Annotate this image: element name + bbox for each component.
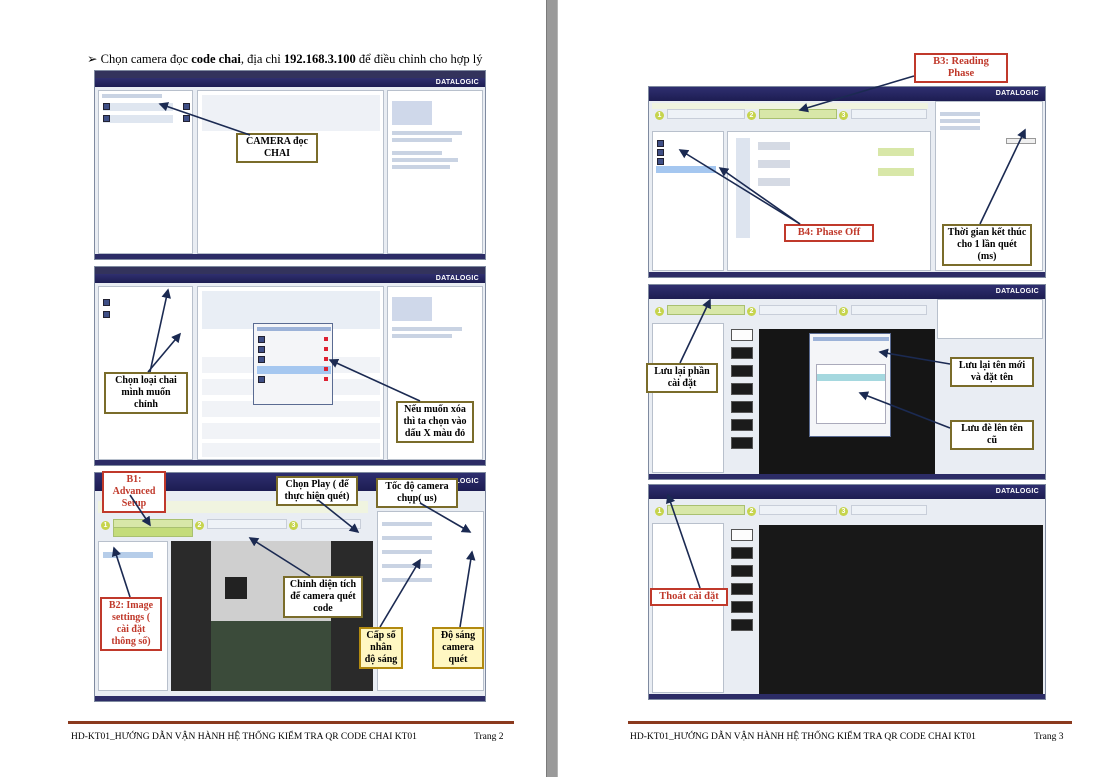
callout-speed: Tốc độ camera chụp( us) — [376, 478, 458, 508]
device-info-panel — [197, 90, 384, 254]
page-divider — [546, 0, 558, 777]
document-page-right: DATALOGIC 1 2 3 DATALOGIC 1 2 3 DATALOGI… — [558, 0, 1106, 777]
callout-select-type: Chọn loại chai mình muốn chỉnh — [104, 372, 188, 414]
screenshot-device-list: DATALOGIC — [94, 70, 486, 260]
footer-title: HD-KT01_HƯỚNG DẪN VẬN HÀNH HỆ THỐNG KIỂM… — [71, 732, 417, 742]
callout-save-over: Lưu đè lên tên cũ — [950, 420, 1034, 450]
device-configuration-dialog — [253, 323, 333, 405]
status-bar — [95, 254, 485, 259]
menu-bar — [95, 71, 485, 78]
callout-delete: Nếu muốn xóa thì ta chọn vào dấu X màu đ… — [396, 401, 474, 443]
callout-b1: B1: Advanced Setup — [102, 471, 166, 513]
brand-bar: DATALOGIC — [95, 78, 485, 87]
help-panel — [387, 90, 483, 254]
callout-exit: Thoát cài đặt — [650, 588, 728, 606]
callout-play: Chọn Play ( để thực hiện quét) — [276, 476, 358, 506]
callout-b2: B2: Image settings ( cài đặt thông số) — [100, 597, 162, 651]
callout-camera: CAMERA đọc CHAI — [236, 133, 318, 163]
footer-page-number-right: Trang 3 — [1034, 732, 1064, 742]
callout-b3: B3: Reading Phase — [914, 53, 1008, 83]
footer-page-number: Trang 2 — [474, 732, 504, 742]
document-page-left: ➢ Chọn camera đọc code chai, địa chỉ 192… — [0, 0, 546, 777]
send-configuration-dialog — [809, 333, 891, 437]
datalogic-logo: DATALOGIC — [435, 79, 479, 86]
callout-area: Chỉnh diện tích để camera quét code — [283, 576, 363, 618]
device-list-panel — [98, 90, 193, 254]
callout-save-part: Lưu lại phần cài đặt — [646, 363, 718, 393]
callout-bright: Độ sáng camera quét — [432, 627, 484, 669]
footer-title-right: HD-KT01_HƯỚNG DẪN VẬN HÀNH HỆ THỐNG KIỂM… — [630, 732, 976, 742]
bullet-arrow-icon: ➢ — [87, 52, 98, 66]
callout-b4: B4: Phase Off — [784, 224, 874, 242]
callout-end-time: Thời gian kết thúc cho 1 lần quét (ms) — [942, 224, 1032, 266]
callout-gain: Cấp số nhân độ sáng — [359, 627, 403, 669]
callout-save-new: Lưu lại tên mới và đặt tên — [950, 357, 1034, 387]
instruction-heading: ➢ Chọn camera đọc code chai, địa chỉ 192… — [87, 52, 483, 66]
